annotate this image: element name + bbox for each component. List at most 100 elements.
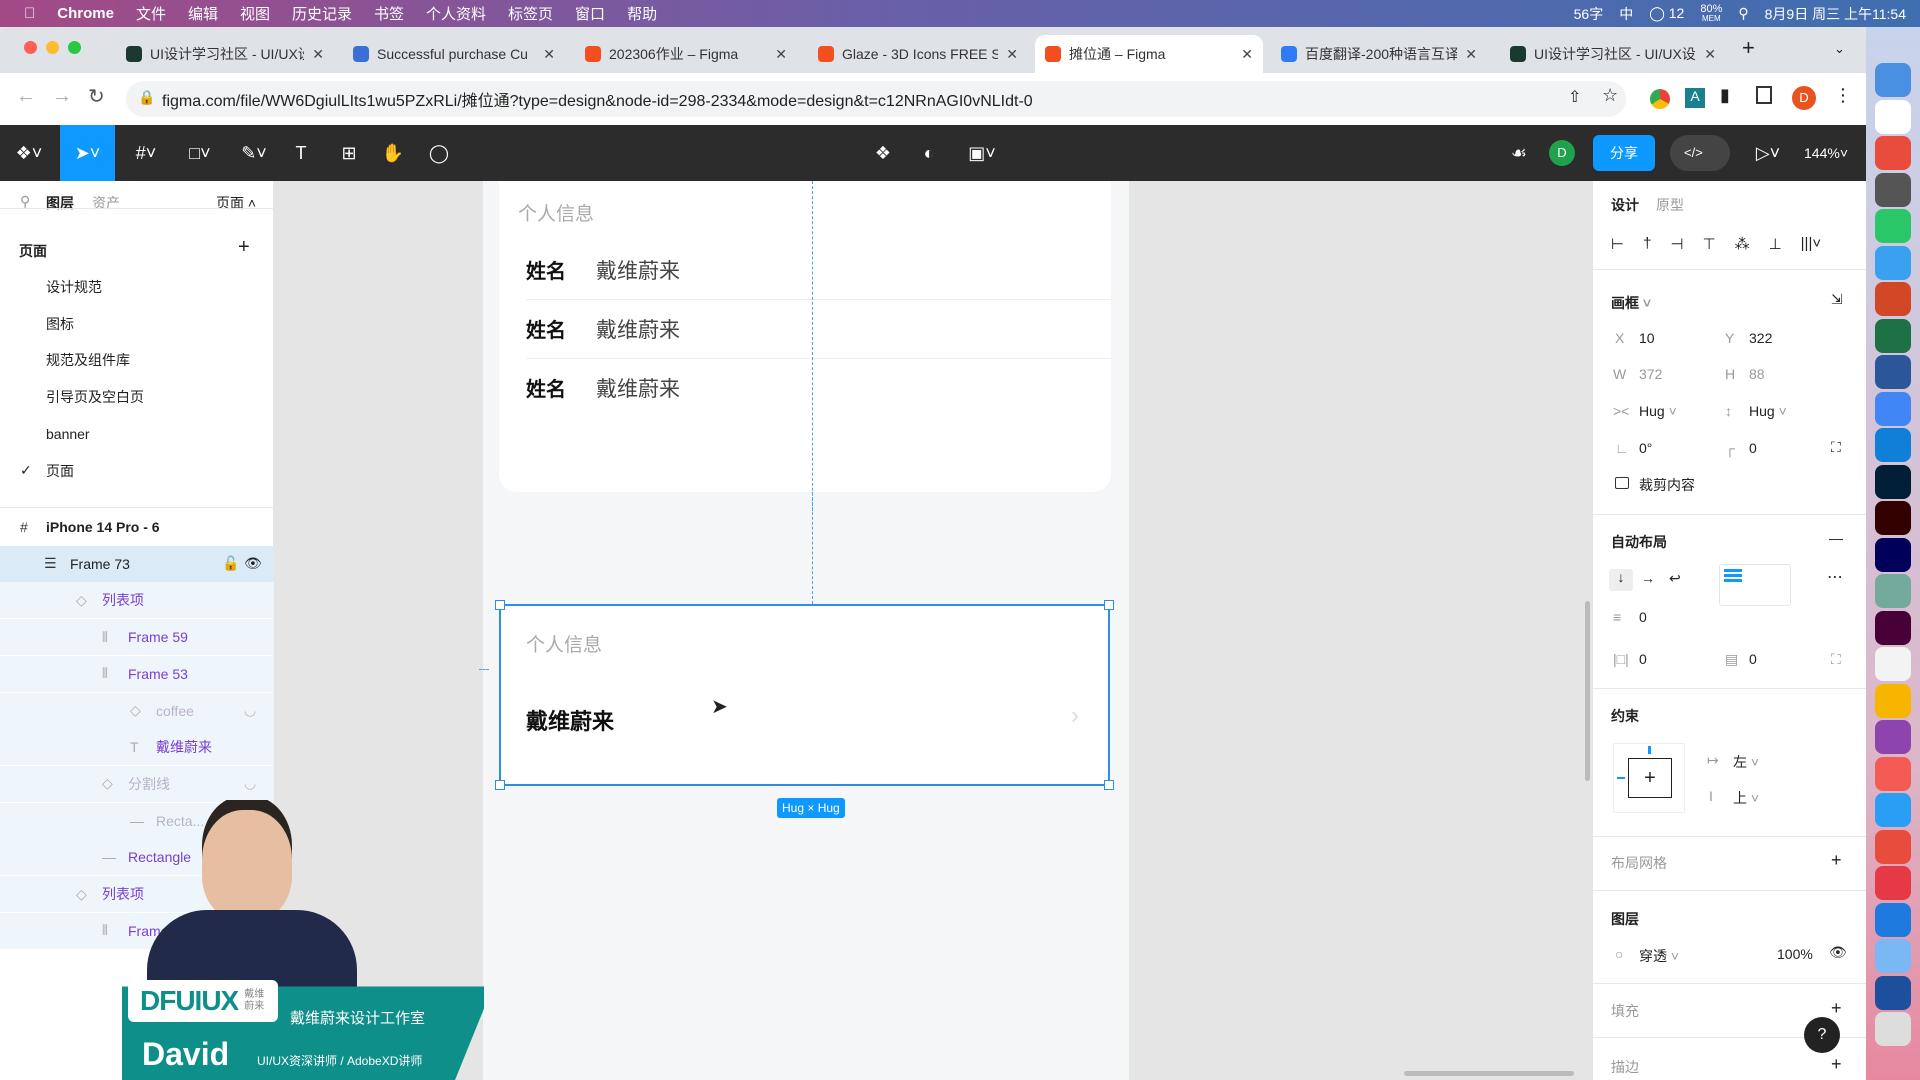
browser-tab[interactable]: 202306作业 – Figma ✕ bbox=[575, 35, 797, 73]
mask-icon[interactable]: ◐ bbox=[914, 125, 944, 181]
tab-assets[interactable]: 资产 bbox=[92, 193, 120, 213]
boolean-icon[interactable]: ▣˅ bbox=[962, 125, 1002, 181]
horizontal-constraint-dropdown[interactable]: 左 ˅ bbox=[1733, 752, 1759, 772]
page-item[interactable]: 设计规范 bbox=[0, 269, 274, 305]
opacity-input[interactable]: 100% bbox=[1777, 946, 1813, 962]
resize-handle[interactable] bbox=[495, 600, 505, 610]
info-card[interactable]: 个人信息 姓名 戴维蔚来 姓名 戴维蔚来 姓名 戴维蔚来 bbox=[499, 181, 1111, 492]
url-input[interactable]: 🔒 figma.com/file/WW6DgiulLIts1wu5PZxRLi/摊… bbox=[126, 81, 1626, 117]
present-play-icon[interactable]: ▷˅ bbox=[1750, 125, 1786, 181]
help-button[interactable]: ? bbox=[1804, 1017, 1840, 1053]
new-tab-button[interactable]: + bbox=[1742, 35, 1755, 61]
reload-icon[interactable]: ↻ bbox=[88, 84, 105, 109]
text-tool-icon[interactable]: T bbox=[286, 125, 316, 181]
horizontal-scrollbar[interactable] bbox=[1404, 1071, 1574, 1076]
bookmark-star-icon[interactable]: ☆ bbox=[1602, 85, 1618, 106]
component-icon[interactable]: ❖ bbox=[868, 125, 898, 181]
individual-padding-icon[interactable]: ⛶ bbox=[1831, 651, 1841, 668]
close-tab-icon[interactable]: ✕ bbox=[543, 46, 555, 63]
align-bottom-icon[interactable]: ⊥ bbox=[1769, 235, 1782, 253]
corner-radius-input[interactable]: 0 bbox=[1749, 440, 1757, 456]
close-tab-icon[interactable]: ✕ bbox=[1006, 46, 1018, 63]
minimize-window-button[interactable] bbox=[46, 41, 59, 54]
move-tool-icon[interactable]: ➤˅ bbox=[60, 125, 115, 181]
hidden-eye-icon[interactable]: ◡ bbox=[244, 702, 256, 719]
frame-section-title[interactable]: 画框 ˅ bbox=[1611, 293, 1651, 313]
layer-row[interactable]: ⫴ Frame 53 bbox=[0, 655, 274, 692]
dock-app-icon[interactable] bbox=[1875, 1012, 1911, 1046]
dock-app-icon[interactable] bbox=[1875, 464, 1911, 499]
zoom-dropdown[interactable]: 144% ˅ bbox=[1796, 125, 1856, 181]
browser-tab[interactable]: 百度翻译-200种语言互译 ✕ bbox=[1271, 35, 1487, 73]
dock-app-icon[interactable] bbox=[1875, 975, 1911, 1010]
frame-tool-icon[interactable]: #˅ bbox=[124, 125, 168, 181]
page-item[interactable]: 图标 bbox=[0, 306, 274, 342]
dock-app-icon[interactable] bbox=[1875, 355, 1911, 389]
sidepanel-icon[interactable] bbox=[1756, 86, 1772, 104]
resize-handle[interactable] bbox=[495, 780, 505, 790]
selected-frame-73[interactable]: 个人信息 戴维蔚来 › ➤ bbox=[495, 600, 1114, 790]
menu-item[interactable]: 标签页 bbox=[508, 3, 553, 24]
independent-corners-icon[interactable]: ⛶ bbox=[1831, 439, 1841, 456]
x-input[interactable]: 10 bbox=[1639, 330, 1655, 346]
close-tab-icon[interactable]: ✕ bbox=[312, 46, 324, 63]
close-tab-icon[interactable]: ✕ bbox=[1241, 46, 1253, 63]
dock-app-icon[interactable] bbox=[1875, 136, 1911, 170]
input-lang[interactable]: 中 bbox=[1619, 4, 1633, 24]
apple-icon[interactable]:  bbox=[24, 5, 35, 22]
menu-item[interactable]: 文件 bbox=[136, 3, 166, 24]
constraint-top-active[interactable] bbox=[1648, 746, 1651, 754]
menu-item[interactable]: 历史记录 bbox=[292, 3, 352, 24]
dock-app-icon[interactable] bbox=[1875, 610, 1911, 645]
layer-row[interactable]: # iPhone 14 Pro - 6 bbox=[0, 509, 274, 545]
direction-horizontal-icon[interactable]: → bbox=[1641, 570, 1655, 586]
menu-app[interactable]: Chrome bbox=[57, 5, 114, 22]
y-input[interactable]: 322 bbox=[1749, 330, 1772, 346]
dock-app-icon[interactable] bbox=[1875, 829, 1911, 864]
layer-row[interactable]: T 戴维蔚来 bbox=[0, 729, 274, 766]
browser-tab[interactable]: Successful purchase Cu ✕ bbox=[343, 35, 565, 73]
dock-app-icon[interactable] bbox=[1875, 391, 1911, 426]
width-mode-dropdown[interactable]: Hug ˅ bbox=[1639, 403, 1677, 419]
height-mode-dropdown[interactable]: Hug ˅ bbox=[1749, 403, 1787, 419]
horizontal-padding-input[interactable]: 0 bbox=[1639, 651, 1647, 667]
chat-icon[interactable]: ◯ 12 bbox=[1649, 5, 1684, 22]
layer-row[interactable]: ⫴ Frame 59 bbox=[0, 619, 274, 656]
tab-design[interactable]: 设计 bbox=[1611, 195, 1639, 215]
layer-row[interactable]: ◇ 列表项 bbox=[0, 582, 274, 619]
profile-avatar[interactable]: D bbox=[1792, 86, 1816, 110]
browser-tab[interactable]: Glaze - 3D Icons FREE S ✕ bbox=[808, 35, 1028, 73]
tab-prototype[interactable]: 原型 bbox=[1656, 195, 1684, 215]
forward-icon[interactable]: → bbox=[52, 85, 72, 108]
visibility-eye-icon[interactable]: 👁 bbox=[1829, 944, 1847, 961]
dock-app-icon[interactable] bbox=[1875, 209, 1911, 243]
menu-item[interactable]: 帮助 bbox=[627, 3, 657, 24]
page-item[interactable]: ✓ 页面 bbox=[0, 453, 274, 489]
dock-app-icon[interactable] bbox=[1875, 574, 1911, 608]
rectangle-tool-icon[interactable]: □˅ bbox=[178, 125, 222, 181]
dock-app-icon[interactable] bbox=[1875, 99, 1911, 134]
dock-app-icon[interactable] bbox=[1875, 537, 1911, 572]
unlock-icon[interactable]: 🔓 bbox=[222, 555, 239, 572]
dock-app-icon[interactable] bbox=[1875, 318, 1911, 353]
hidden-eye-icon[interactable]: ◡ bbox=[244, 775, 256, 792]
dock-app-icon[interactable] bbox=[1875, 939, 1911, 973]
w-input[interactable]: 372 bbox=[1639, 366, 1662, 382]
gap-input[interactable]: 0 bbox=[1639, 609, 1647, 625]
visibility-eye-icon[interactable]: 👁 bbox=[244, 555, 262, 572]
dock-app-icon[interactable] bbox=[1875, 172, 1911, 207]
dock-app-icon[interactable] bbox=[1875, 282, 1911, 316]
close-tab-icon[interactable]: ✕ bbox=[775, 46, 787, 63]
iphone-frame[interactable]: 个人信息 姓名 戴维蔚来 姓名 戴维蔚来 姓名 戴维蔚来 个人信息 戴维蔚来 › ➤ Hu… bbox=[479, 181, 1129, 1080]
remove-auto-layout-icon[interactable]: — bbox=[1829, 530, 1843, 546]
add-stroke-icon[interactable]: + bbox=[1831, 1054, 1842, 1075]
comment-tool-icon[interactable]: ◯ bbox=[424, 125, 454, 181]
resize-handle[interactable] bbox=[1104, 780, 1114, 790]
extensions-puzzle-icon[interactable]: ▮ bbox=[1720, 85, 1730, 106]
close-window-button[interactable] bbox=[24, 41, 37, 54]
layer-row[interactable]: ◇ 分割线 ◡ bbox=[0, 765, 274, 802]
info-row[interactable]: 姓名 戴维蔚来 bbox=[526, 359, 1111, 418]
dock-app-icon[interactable] bbox=[1875, 756, 1911, 791]
resize-handle[interactable] bbox=[1104, 600, 1114, 610]
align-left-icon[interactable]: ⊢ bbox=[1611, 235, 1624, 253]
